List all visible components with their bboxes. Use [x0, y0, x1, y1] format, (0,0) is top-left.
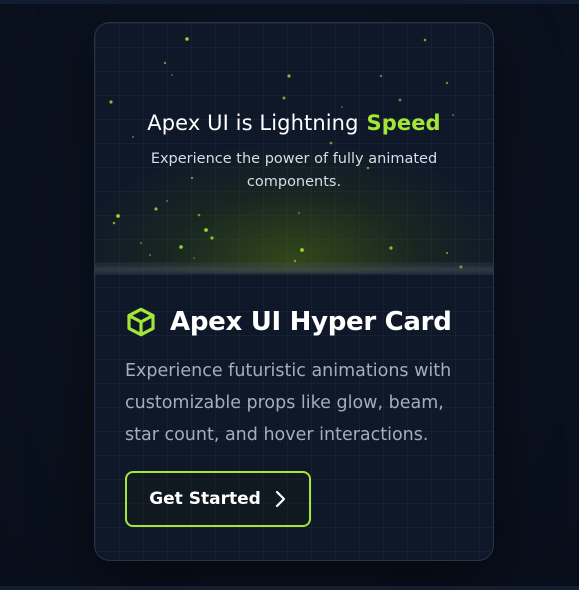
get-started-label: Get Started	[149, 489, 261, 509]
star	[282, 96, 286, 100]
star	[445, 81, 449, 85]
page: Apex UI is Lightning Speed Experience the…	[0, 0, 579, 590]
star	[287, 74, 291, 78]
star	[197, 213, 201, 217]
star	[163, 61, 167, 65]
top-edge	[0, 0, 579, 4]
star	[329, 141, 333, 145]
chevron-right-icon	[273, 490, 287, 508]
star	[140, 242, 142, 244]
star	[398, 98, 402, 102]
card-body: Apex UI Hyper Card Experience futuristic…	[125, 303, 465, 451]
hero-beam	[95, 261, 493, 275]
hero-title: Apex UI is Lightning Speed	[95, 111, 493, 135]
card-description: Experience futuristic animations with cu…	[125, 361, 452, 445]
star	[300, 248, 304, 252]
star	[193, 257, 195, 259]
hyper-card[interactable]: Apex UI is Lightning Speed Experience the…	[94, 22, 494, 561]
star	[179, 245, 183, 249]
star	[166, 200, 168, 202]
star	[445, 251, 449, 255]
star	[341, 106, 343, 108]
star	[210, 236, 214, 240]
star	[204, 228, 208, 232]
star	[389, 246, 393, 250]
star	[423, 38, 427, 42]
get-started-button[interactable]: Get Started	[125, 471, 311, 527]
cube-icon	[125, 306, 157, 338]
star	[185, 37, 189, 41]
hero-subtitle: Experience the power of fully animated c…	[150, 151, 438, 190]
heading-row: Apex UI Hyper Card	[125, 303, 465, 341]
star	[379, 74, 383, 78]
star	[149, 254, 151, 256]
star	[116, 214, 120, 218]
star	[109, 100, 113, 104]
hero-title-accent: Speed	[366, 111, 441, 135]
star	[132, 136, 134, 138]
hero-title-main: Apex UI is Lightning	[147, 111, 359, 135]
star	[112, 221, 116, 225]
star	[298, 212, 300, 214]
star	[171, 74, 173, 76]
star	[154, 207, 158, 211]
bottom-edge	[0, 586, 579, 590]
card-heading: Apex UI Hyper Card	[170, 307, 452, 337]
